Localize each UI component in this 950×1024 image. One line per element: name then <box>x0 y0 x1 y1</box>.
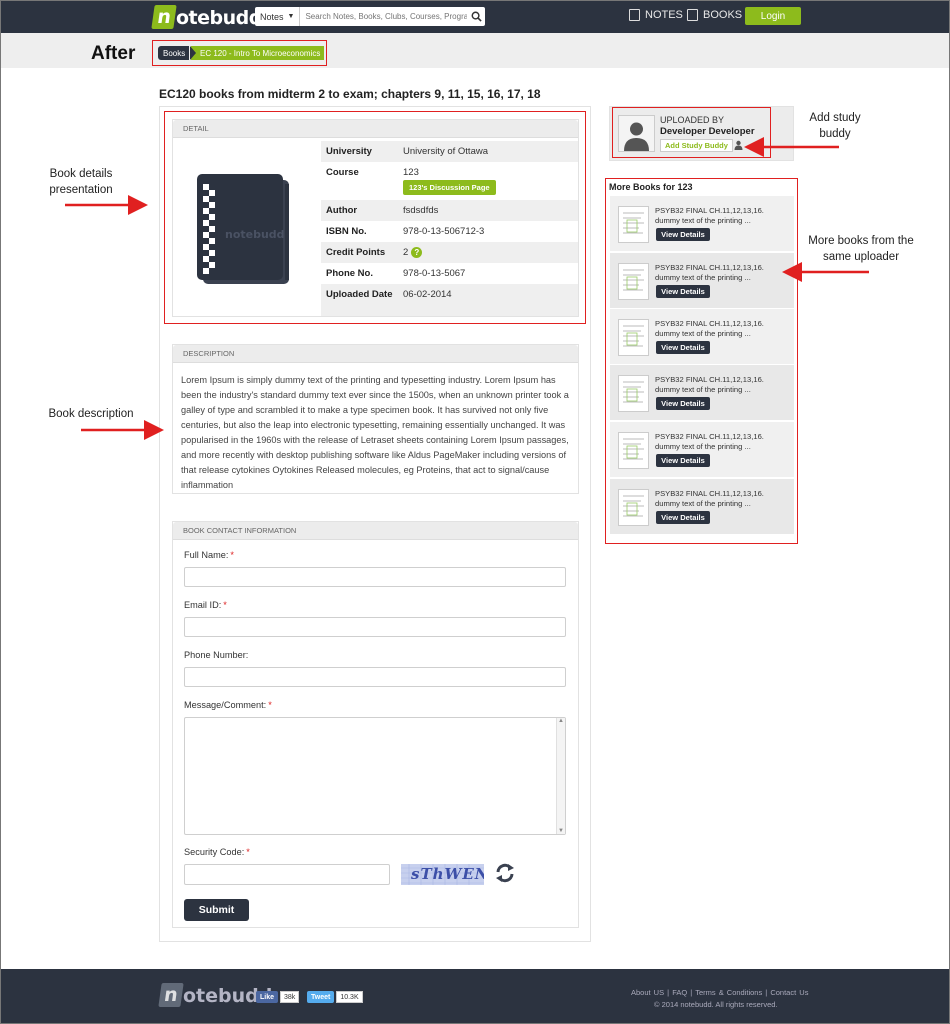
full-name-label-text: Full Name: <box>184 550 229 560</box>
annotation-book-details: Book details presentation <box>49 168 113 196</box>
books-icon <box>687 9 698 21</box>
scroll-up-icon[interactable]: ▲ <box>557 718 565 724</box>
phone-input[interactable] <box>184 667 566 687</box>
full-name-input[interactable] <box>184 567 566 587</box>
tweet-count: 10.3K <box>336 991 363 1003</box>
copyright: © 2014 notebudd. All rights reserved. <box>654 1000 778 1009</box>
description-header: DESCRIPTION <box>173 345 578 363</box>
logo-mark: n <box>151 5 177 29</box>
annotation-study-buddy: Add study buddy <box>809 112 861 140</box>
refresh-captcha-icon[interactable] <box>493 861 517 885</box>
phone-label: Phone Number: <box>184 650 249 660</box>
breadcrumb-course[interactable]: EC 120 - Intro To Microeconomics <box>191 46 325 60</box>
description-text: Lorem Ipsum is simply dummy text of the … <box>181 375 569 490</box>
annotation-book-description: Book description <box>48 408 134 420</box>
email-label-text: Email ID: <box>184 600 222 610</box>
facebook-like-button[interactable]: Like <box>256 991 279 1003</box>
required-mark: * <box>230 550 234 560</box>
tweet-button[interactable]: Tweet <box>307 991 335 1003</box>
more-books-highlight-box <box>605 178 798 544</box>
required-mark: * <box>268 700 272 710</box>
footer-logo-mark: n <box>158 983 184 1007</box>
message-textarea[interactable] <box>184 717 566 835</box>
nav-books-label: BOOKS <box>703 9 743 21</box>
search-input[interactable] <box>300 8 467 25</box>
security-code-input[interactable] <box>184 864 390 885</box>
search-type-label: Notes <box>260 11 284 22</box>
annotation-more-books: More books from the same uploader <box>808 235 914 263</box>
contact-header: BOOK CONTACT INFORMATION <box>173 522 578 540</box>
message-label-text: Message/Comment: <box>184 700 267 710</box>
message-label: Message/Comment: * <box>184 700 272 710</box>
security-code-label-text: Security Code: <box>184 847 245 857</box>
breadcrumb-books[interactable]: Books <box>158 46 190 60</box>
facebook-like-widget[interactable]: Like 38k <box>256 991 300 1003</box>
nav-notes-link[interactable]: NOTES <box>629 9 683 21</box>
tweet-widget[interactable]: Tweet 10.3K <box>307 991 363 1003</box>
logo-text: otebudd <box>176 7 262 29</box>
search-type-dropdown[interactable]: Notes ▼ <box>255 7 301 26</box>
login-button[interactable]: Login <box>745 7 801 25</box>
scroll-down-icon[interactable]: ▼ <box>557 828 565 834</box>
email-input[interactable] <box>184 617 566 637</box>
captcha-image: sThWEN <box>401 864 484 885</box>
caret-down-icon: ▼ <box>287 13 295 20</box>
like-count: 38k <box>280 991 300 1003</box>
breadcrumb-separator <box>190 46 196 60</box>
submit-button[interactable]: Submit <box>184 899 249 921</box>
breadcrumb-band <box>1 33 949 68</box>
nav-books-link[interactable]: BOOKS <box>687 9 742 21</box>
required-mark: * <box>246 847 250 857</box>
search-icon[interactable] <box>467 7 485 26</box>
page-title: EC120 books from midterm 2 to exam; chap… <box>159 87 541 101</box>
textarea-scrollbar[interactable]: ▲ ▼ <box>556 718 565 834</box>
search-bar: Notes ▼ <box>255 7 485 26</box>
full-name-label: Full Name: * <box>184 550 234 560</box>
notebudd-logo[interactable]: n otebudd <box>151 5 262 29</box>
email-label: Email ID: * <box>184 600 227 610</box>
footer-links[interactable]: About US | FAQ | Terms & Conditions | Co… <box>631 988 808 997</box>
notes-icon <box>629 9 640 21</box>
detail-highlight-box <box>164 111 586 324</box>
after-label: After <box>91 43 136 64</box>
captcha-text: sThWEN <box>411 865 484 883</box>
nav-notes-label: NOTES <box>645 9 683 21</box>
uploader-highlight-box <box>612 107 771 158</box>
security-code-label: Security Code: * <box>184 847 250 857</box>
required-mark: * <box>223 600 227 610</box>
